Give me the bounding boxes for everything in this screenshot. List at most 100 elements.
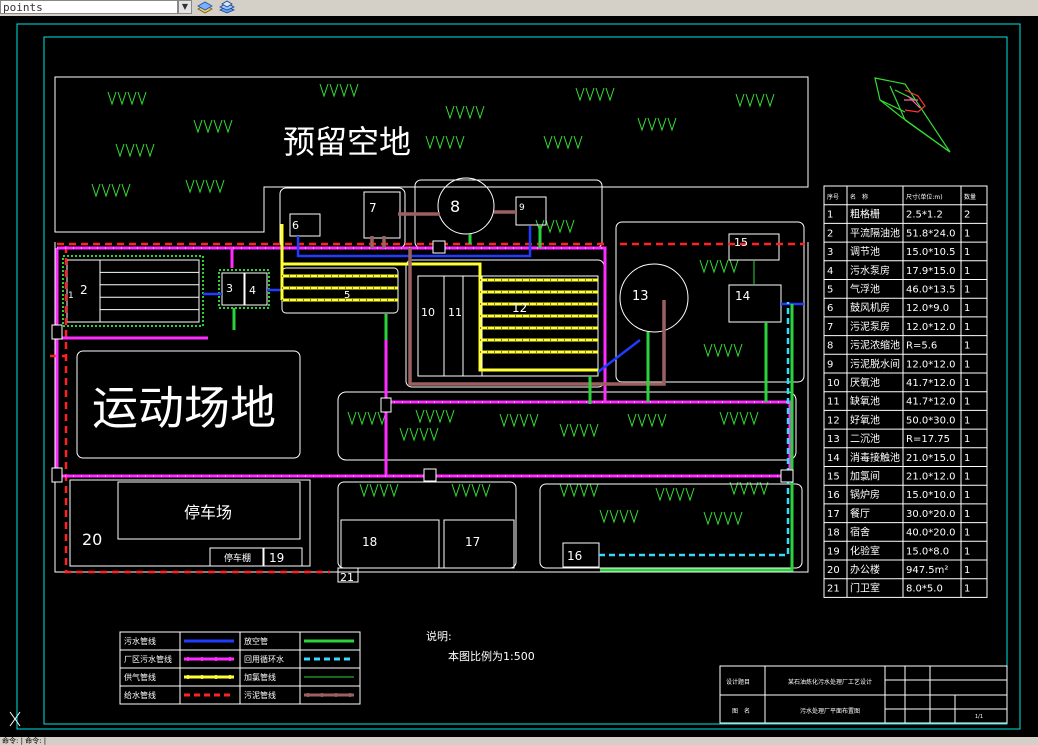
- legend-label: 厂区污水管线: [124, 654, 172, 664]
- table-cell: 宿舍: [850, 526, 870, 539]
- grass-tuft: [543, 135, 583, 150]
- table-cell: 1: [964, 434, 970, 445]
- table-header: 序号: [827, 193, 839, 201]
- cad-drawing[interactable]: 预留空地 运动场地 停车场 停车棚 1 2 3 4 567 8 910 11 1…: [0, 16, 1038, 737]
- legend-label: 放空管: [244, 636, 268, 646]
- legend-label: 污水管线: [124, 636, 156, 646]
- table-cell: 15: [827, 472, 840, 483]
- drain-pipe: [232, 226, 794, 572]
- building-number-15: 15: [734, 236, 748, 249]
- tank-2-lanes: [99, 260, 199, 322]
- table-header: 名 称: [850, 193, 868, 201]
- table-cell: 15.0*10.5: [906, 247, 956, 258]
- table-cell: 17.9*15.0: [906, 266, 956, 277]
- building-number-8: 8: [450, 197, 460, 216]
- table-cell: 11: [827, 397, 840, 408]
- well: [432, 240, 446, 254]
- building-number-5: 5: [344, 290, 350, 301]
- sports-field-label: 运动场地: [92, 381, 276, 435]
- table-cell: R=17.75: [906, 434, 950, 445]
- table-cell: 加氯间: [850, 470, 880, 483]
- grass-tuft: [115, 143, 155, 158]
- table-cell: 13: [827, 434, 840, 445]
- north-arrow-icon: [874, 77, 951, 153]
- table-cell: 消毒接触池: [850, 451, 900, 464]
- layers-icon[interactable]: [196, 0, 214, 14]
- table-cell: 7: [827, 322, 833, 333]
- table-cell: 6: [827, 303, 833, 314]
- table-cell: 46.0*13.5: [906, 285, 956, 296]
- chevron-down-icon[interactable]: ▼: [178, 0, 192, 14]
- building-number-20: 20: [82, 530, 102, 549]
- table-cell: 2.5*1.2: [906, 210, 943, 221]
- table-cell: 50.0*30.0: [906, 415, 956, 426]
- building-number-13: 13: [632, 289, 649, 304]
- building-18: [340, 519, 440, 569]
- title-block: [719, 665, 1008, 724]
- table-cell: 1: [964, 285, 970, 296]
- legend-dot: [320, 693, 324, 697]
- table-cell: 1: [964, 378, 970, 389]
- well: [423, 468, 437, 482]
- grass-tuft: [319, 83, 359, 98]
- building-number-19: 19: [269, 551, 284, 565]
- table-cell: R=5.6: [906, 341, 937, 352]
- plant-sewage-dots: [57, 247, 790, 477]
- grass-tuft: [599, 509, 639, 524]
- grass-tuft: [719, 411, 759, 426]
- layer-input[interactable]: points: [0, 0, 178, 14]
- building-number-4: 4: [249, 284, 256, 297]
- table-cell: 1: [964, 565, 970, 576]
- table-cell: 锅炉房: [850, 488, 880, 501]
- title-cell-1: 设计题目: [726, 678, 750, 686]
- grass-tuft: [359, 483, 399, 498]
- notes-title: 说明:: [426, 629, 452, 643]
- table-cell: 3: [827, 247, 833, 258]
- legend-label: 给水管线: [124, 690, 156, 700]
- table-cell: 21: [827, 584, 840, 595]
- table-cell: 4: [827, 266, 833, 277]
- building-number-17: 17: [465, 535, 480, 549]
- table-cell: 12.0*12.0: [906, 359, 956, 370]
- grass-tuft: [451, 483, 491, 498]
- table-cell: 厌氧池: [850, 376, 880, 389]
- table-cell: 17: [827, 509, 840, 520]
- legend-label: 加氯管线: [244, 672, 276, 682]
- building-number-21: 21: [340, 571, 354, 584]
- table-cell: 18: [827, 528, 840, 539]
- table-cell: 20: [827, 565, 840, 576]
- table-cell: 好氧池: [850, 413, 880, 426]
- grass-tuft: [637, 117, 677, 132]
- grass-tuft: [703, 343, 743, 358]
- command-line[interactable]: 命令: | 命令: |: [0, 737, 1038, 745]
- legend-label: 供气管线: [124, 672, 156, 682]
- title-cell-3: 图 名: [732, 707, 750, 715]
- well: [51, 324, 63, 340]
- well: [51, 467, 63, 483]
- table-cell: 10: [827, 378, 840, 389]
- grass-tuft: [91, 183, 131, 198]
- grass-tuft: [699, 259, 739, 274]
- table-cell: 化验室: [850, 544, 880, 557]
- building-number-3: 3: [226, 282, 233, 295]
- table-cell: 41.7*12.0: [906, 397, 956, 408]
- building-7: [363, 191, 401, 239]
- title-cell-2: 某石油炼化污水处理厂工艺设计: [788, 678, 872, 686]
- table-cell: 1: [964, 341, 970, 352]
- table-cell: 1: [964, 303, 970, 314]
- legend-dot: [228, 657, 232, 661]
- building-number-16: 16: [567, 549, 582, 563]
- table-cell: 12.0*9.0: [906, 303, 949, 314]
- table-cell: 5: [827, 285, 833, 296]
- table-cell: 1: [964, 546, 970, 557]
- layers-stack-icon[interactable]: [218, 0, 236, 14]
- plant-sewage-pipe: [55, 246, 792, 478]
- grass-tuft: [347, 411, 387, 426]
- table-cell: 污泥脱水间: [850, 357, 900, 370]
- parking-shed-label: 停车棚: [224, 552, 251, 564]
- table-cell: 1: [964, 453, 970, 464]
- table-cell: 污水泵房: [850, 264, 890, 277]
- table-cell: 1: [827, 210, 833, 221]
- building-number-6: 6: [292, 219, 299, 232]
- table-cell: 9: [827, 359, 833, 370]
